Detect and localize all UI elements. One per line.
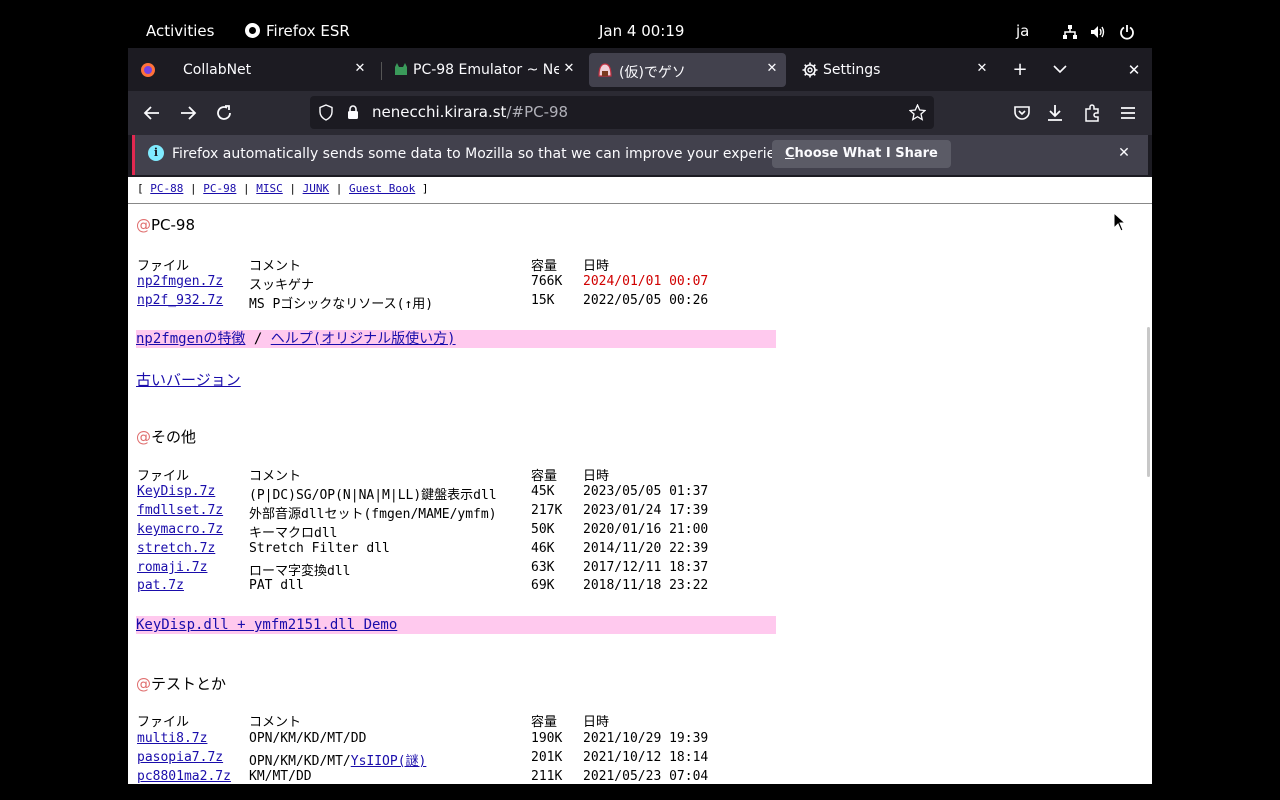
gnome-top-bar: Activities Firefox ESR Jan 4 00:19 ja bbox=[0, 0, 1280, 48]
input-language-indicator[interactable]: ja bbox=[1016, 0, 1029, 48]
data-collection-notification-bar: i Firefox automatically sends some data … bbox=[132, 135, 1148, 175]
file-link[interactable]: pat.7z bbox=[137, 578, 184, 593]
file-link[interactable]: np2f_932.7z bbox=[137, 293, 223, 308]
old-version-anchor[interactable]: 古いバージョン bbox=[136, 371, 241, 389]
file-link[interactable]: romaji.7z bbox=[137, 560, 207, 575]
firefox-icon bbox=[245, 23, 260, 38]
back-arrow-icon[interactable] bbox=[140, 101, 164, 125]
tab-collabnet[interactable]: CollabNet ✕ bbox=[172, 53, 380, 87]
section-title-pc98: @PC-98 bbox=[136, 216, 196, 234]
notification-message: Firefox automatically sends some data to… bbox=[172, 146, 805, 162]
url-domain: nenecchi.kirara.st bbox=[372, 103, 507, 121]
demo-band: KeyDisp.dll + ymfm2151.dll Demo bbox=[136, 616, 776, 634]
app-menu[interactable]: Firefox ESR bbox=[245, 0, 350, 48]
section-title-tests: @テストとか bbox=[136, 675, 227, 693]
clock[interactable]: Jan 4 00:19 bbox=[599, 0, 684, 48]
file-link[interactable]: np2fmgen.7z bbox=[137, 274, 223, 289]
info-icon: i bbox=[148, 145, 164, 161]
pc98-info-band: np2fmgenの特徴 / ヘルプ(オリジナル版使い方) bbox=[136, 330, 776, 348]
volume-icon[interactable] bbox=[1090, 24, 1106, 40]
power-icon[interactable] bbox=[1119, 24, 1135, 40]
file-link[interactable]: KeyDisp.7z bbox=[137, 484, 215, 499]
cat-icon bbox=[395, 63, 407, 75]
gear-icon bbox=[802, 62, 818, 78]
close-tab-icon[interactable]: ✕ bbox=[561, 61, 577, 77]
features-link[interactable]: np2fmgenの特徴 bbox=[136, 331, 245, 347]
file-link[interactable]: stretch.7z bbox=[137, 541, 215, 556]
shield-icon[interactable] bbox=[318, 104, 334, 121]
bookmark-star-icon[interactable] bbox=[909, 104, 926, 121]
downloads-icon[interactable] bbox=[1043, 101, 1067, 125]
firefox-window: CollabNet ✕ PC-98 Emulator ~ Neko ✕ (仮)で… bbox=[128, 48, 1152, 784]
close-tab-icon[interactable]: ✕ bbox=[764, 61, 780, 77]
new-tab-button[interactable]: + bbox=[1008, 58, 1032, 82]
help-link[interactable]: ヘルプ(オリジナル版使い方) bbox=[271, 331, 456, 347]
nav-divider bbox=[128, 203, 1152, 204]
nav-link-junk[interactable]: JUNK bbox=[303, 182, 330, 195]
tab-bar: CollabNet ✕ PC-98 Emulator ~ Neko ✕ (仮)で… bbox=[128, 48, 1152, 91]
close-tab-icon[interactable]: ✕ bbox=[352, 61, 368, 77]
url-bar[interactable]: nenecchi.kirara.st/#PC-98 bbox=[310, 96, 934, 129]
close-notification-icon[interactable]: ✕ bbox=[1116, 145, 1132, 161]
reload-icon[interactable] bbox=[212, 101, 236, 125]
tab-title: CollabNet bbox=[183, 62, 252, 78]
file-link[interactable]: multi8.7z bbox=[137, 731, 207, 746]
file-link[interactable]: keymacro.7z bbox=[137, 522, 223, 537]
app-name: Firefox ESR bbox=[266, 22, 350, 40]
site-nav: [ PC-88 | PC-98 | MISC | JUNK | Guest Bo… bbox=[137, 182, 429, 195]
nav-link-pc88[interactable]: PC-88 bbox=[150, 182, 183, 195]
file-link[interactable]: fmdllset.7z bbox=[137, 503, 223, 518]
menu-hamburger-icon[interactable] bbox=[1116, 101, 1140, 125]
page-content: [ PC-88 | PC-98 | MISC | JUNK | Guest Bo… bbox=[128, 177, 1152, 784]
extensions-icon[interactable] bbox=[1080, 101, 1104, 125]
activities-button[interactable]: Activities bbox=[146, 0, 214, 48]
url-text: nenecchi.kirara.st/#PC-98 bbox=[372, 103, 568, 121]
tab-title: (仮)でゲソ bbox=[619, 65, 686, 81]
section-title-other: @その他 bbox=[136, 428, 197, 446]
demo-link[interactable]: KeyDisp.dll + ymfm2151.dll Demo bbox=[136, 617, 397, 633]
tab-geso[interactable]: (仮)でゲソ ✕ bbox=[589, 53, 786, 87]
nav-link-misc[interactable]: MISC bbox=[256, 182, 283, 195]
squid-icon bbox=[598, 63, 612, 77]
page-scrollbar[interactable] bbox=[1147, 327, 1150, 477]
old-version-link: 古いバージョン bbox=[136, 369, 241, 390]
tab-list-chevron-icon[interactable] bbox=[1052, 63, 1068, 75]
firefox-view-icon[interactable] bbox=[140, 62, 156, 78]
button-label: hoose What I Share bbox=[794, 146, 938, 161]
ysiiop-link[interactable]: YsIIOP(謎) bbox=[351, 754, 427, 769]
close-window-button[interactable]: ✕ bbox=[1122, 58, 1146, 82]
mouse-pointer-icon bbox=[1113, 212, 1127, 232]
tab-title: PC-98 Emulator ~ Neko bbox=[413, 62, 559, 78]
choose-what-i-share-button[interactable]: Choose What I Share bbox=[772, 140, 951, 168]
network-icon[interactable] bbox=[1062, 24, 1078, 40]
nav-link-guestbook[interactable]: Guest Book bbox=[349, 182, 415, 195]
button-accesskey: C bbox=[785, 146, 795, 161]
lock-icon[interactable] bbox=[346, 104, 360, 121]
tab-pc98-emulator[interactable]: PC-98 Emulator ~ Neko ✕ bbox=[383, 53, 579, 87]
close-tab-icon[interactable]: ✕ bbox=[974, 61, 990, 77]
pocket-icon[interactable] bbox=[1010, 101, 1034, 125]
tab-title: Settings bbox=[823, 62, 881, 78]
file-link[interactable]: pc8801ma2.7z bbox=[137, 769, 231, 784]
forward-arrow-icon[interactable] bbox=[176, 101, 200, 125]
url-path: /#PC-98 bbox=[506, 103, 569, 121]
nav-link-pc98[interactable]: PC-98 bbox=[203, 182, 236, 195]
navigation-toolbar: nenecchi.kirara.st/#PC-98 bbox=[128, 91, 1152, 135]
file-link[interactable]: pasopia7.7z bbox=[137, 750, 223, 765]
tab-settings[interactable]: Settings ✕ bbox=[792, 53, 1000, 87]
